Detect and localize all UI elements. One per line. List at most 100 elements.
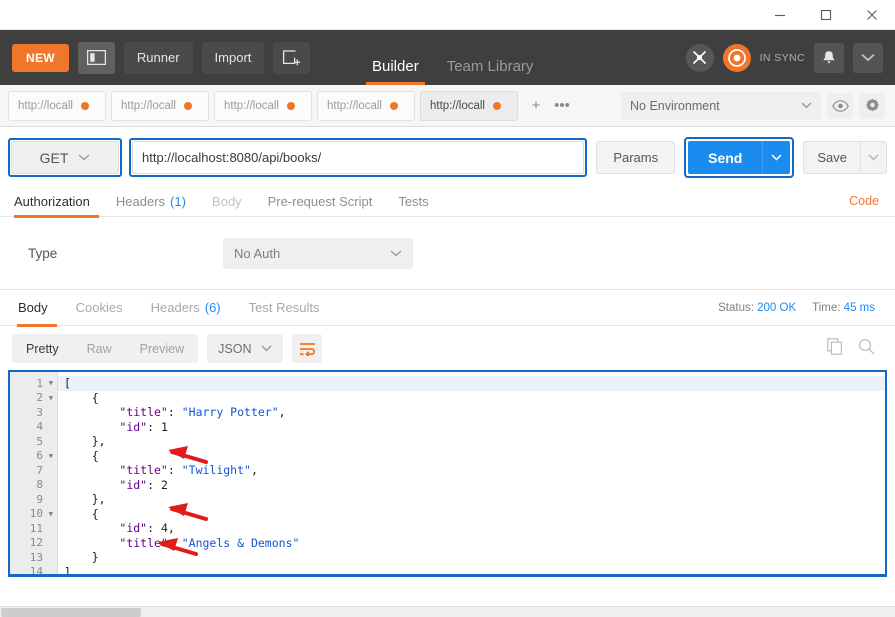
close-icon[interactable] [849,0,895,29]
tab-options-icon[interactable]: ••• [549,91,575,121]
request-section-tabs: Authorization Headers (1) Body Pre-reque… [0,186,895,217]
request-tab[interactable]: http://locall [111,91,209,121]
main-tabs: Builder Team Library [358,30,547,85]
save-button-group[interactable]: Save [803,141,887,174]
code-line: "title": "Twilight", [58,463,885,478]
code-line: { [58,391,885,406]
response-body-code[interactable]: [ { "title": "Harry Potter", "id": 1 }, … [58,372,885,574]
save-button[interactable]: Save [804,150,860,165]
code-line: "id": 1 [58,420,885,435]
unsaved-dot-icon [287,102,295,110]
runner-button[interactable]: Runner [124,42,193,74]
chevron-down-icon [390,250,402,257]
tab-pre-request-script[interactable]: Pre-request Script [255,186,386,217]
account-menu-icon[interactable] [853,43,883,73]
tab-team-library[interactable]: Team Library [433,58,548,85]
time-label: Time: [812,302,840,314]
view-mode-preview[interactable]: Preview [126,342,198,356]
quick-look-eye-icon[interactable] [827,93,853,119]
method-select[interactable]: GET [11,141,119,174]
request-tab[interactable]: http://locall [214,91,312,121]
request-tab-active[interactable]: http://locall [420,91,518,121]
word-wrap-icon[interactable] [292,334,322,363]
maximize-icon[interactable] [803,0,849,29]
send-options-chevron-icon[interactable] [762,141,790,174]
chevron-down-icon [801,102,812,109]
response-tab-body[interactable]: Body [12,290,62,326]
send-button-group[interactable]: Send [688,141,790,174]
new-button[interactable]: NEW [12,44,69,72]
fold-toggle-icon[interactable]: ▼ [46,394,53,402]
code-line: } [58,550,885,565]
line-number: 13 [10,550,57,565]
request-tab[interactable]: http://locall [8,91,106,121]
response-body-editor[interactable]: 1▼2▼3456▼78910▼11121314 [ { "title": "Ha… [8,370,887,577]
notifications-icon[interactable] [814,43,844,73]
environment-select[interactable]: No Environment [621,92,821,120]
code-line: { [58,507,885,522]
code-link[interactable]: Code [849,194,885,208]
header-right: IN SYNC [686,43,883,73]
chevron-down-icon [78,154,90,161]
copy-icon[interactable] [827,338,844,360]
manage-environments-gear-icon[interactable] [859,93,885,119]
sidebar-toggle-icon[interactable] [78,42,115,74]
tab-body[interactable]: Body [199,186,255,217]
code-line: }, [58,434,885,449]
send-button[interactable]: Send [688,150,762,166]
tab-headers[interactable]: Headers (1) [103,186,199,217]
response-tab-cookies[interactable]: Cookies [62,290,137,326]
unsaved-dot-icon [390,102,398,110]
add-tab-icon[interactable]: + [523,91,549,121]
url-input[interactable]: http://localhost:8080/api/books/ [132,141,584,174]
fold-toggle-icon[interactable]: ▼ [46,379,53,387]
method-label: GET [40,150,69,166]
format-select[interactable]: JSON [207,334,283,363]
line-number: 1▼ [10,376,57,391]
environment-controls: No Environment [621,92,895,120]
new-window-icon[interactable] [273,42,310,74]
response-format-row: Pretty Raw Preview JSON [0,326,895,370]
request-tab[interactable]: http://locall [317,91,415,121]
request-tab-label: http://locall [18,100,73,112]
import-button[interactable]: Import [202,42,265,74]
title-bar [0,0,895,30]
request-tab-label: http://locall [430,100,485,112]
line-number: 9 [10,492,57,507]
sync-status-icon[interactable] [723,44,751,72]
code-line: "id": 2 [58,478,885,493]
line-number: 10▼ [10,507,57,522]
auth-type-select[interactable]: No Auth [223,238,413,269]
tab-label: Test Results [249,300,320,315]
code-line: "title": "Angels & Demons" [58,536,885,551]
save-options-chevron-icon[interactable] [860,142,886,173]
line-number: 6▼ [10,449,57,464]
view-mode-pretty[interactable]: Pretty [12,342,73,356]
line-number: 2▼ [10,391,57,406]
url-row: GET http://localhost:8080/api/books/ Par… [0,127,895,186]
tab-builder[interactable]: Builder [358,58,433,85]
response-tab-headers[interactable]: Headers (6) [137,290,235,326]
view-mode-raw[interactable]: Raw [73,342,126,356]
params-button[interactable]: Params [596,141,675,174]
line-number: 7 [10,463,57,478]
send-highlight: Send [684,137,794,178]
interceptor-icon[interactable] [686,44,714,72]
tab-label: Body [212,194,242,209]
scrollbar-thumb[interactable] [1,608,141,617]
code-line: ] [58,565,885,575]
request-tab-label: http://locall [327,100,382,112]
minimize-icon[interactable] [757,0,803,29]
tab-authorization[interactable]: Authorization [10,186,103,217]
horizontal-scrollbar[interactable] [0,606,895,617]
fold-toggle-icon[interactable]: ▼ [46,452,53,460]
line-number: 4 [10,420,57,435]
fold-toggle-icon[interactable]: ▼ [46,510,53,518]
request-tab-label: http://locall [224,100,279,112]
search-icon[interactable] [858,338,875,360]
response-headers-count: (6) [205,300,221,315]
tab-tests[interactable]: Tests [385,186,441,217]
response-tab-test-results[interactable]: Test Results [235,290,334,326]
auth-type-label: Type [28,246,223,261]
response-section-tabs: Body Cookies Headers (6) Test Results St… [0,290,895,326]
